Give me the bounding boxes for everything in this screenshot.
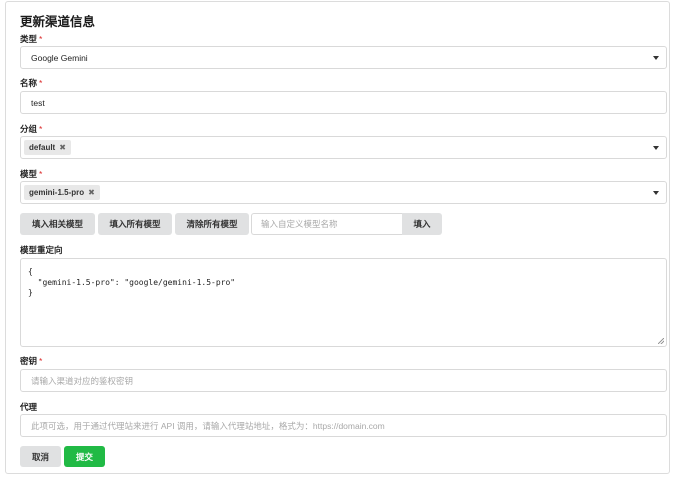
fill-related-models-button[interactable]: 填入相关模型	[20, 213, 95, 235]
group-label: 分组 *	[20, 124, 43, 134]
required-mark: *	[39, 169, 43, 179]
name-value: test	[31, 97, 45, 108]
channel-edit-card: 更新渠道信息 类型 * Google Gemini 名称 * test 分组 * de…	[5, 1, 670, 474]
name-input[interactable]: test	[20, 91, 667, 114]
custom-model-input[interactable]: 输入自定义模型名称	[251, 213, 402, 235]
model-select[interactable]: gemini-1.5-pro ✖	[20, 181, 667, 204]
key-input[interactable]: 请输入渠道对应的鉴权密钥	[20, 369, 667, 392]
required-mark: *	[39, 356, 43, 366]
cancel-button[interactable]: 取消	[20, 446, 61, 467]
resize-handle-icon[interactable]	[658, 338, 664, 344]
caret-down-icon	[653, 146, 659, 150]
model-label: 模型 *	[20, 169, 43, 179]
name-label: 名称 *	[20, 78, 43, 88]
close-icon[interactable]: ✖	[59, 143, 66, 152]
proxy-placeholder: 此项可选，用于通过代理站来进行 API 调用，请输入代理站地址，格式为：http…	[31, 420, 385, 431]
fill-all-models-button[interactable]: 填入所有模型	[98, 213, 172, 235]
model-redirect-label: 模型重定向	[20, 245, 63, 255]
proxy-label: 代理	[20, 402, 38, 412]
caret-down-icon	[653, 56, 659, 60]
model-chip: gemini-1.5-pro ✖	[24, 185, 100, 200]
custom-model-placeholder: 输入自定义模型名称	[261, 219, 338, 229]
required-mark: *	[39, 78, 43, 88]
page-title: 更新渠道信息	[20, 15, 96, 29]
type-label: 类型 *	[20, 34, 43, 44]
clear-all-models-button[interactable]: 清除所有模型	[175, 213, 249, 235]
close-icon[interactable]: ✖	[88, 188, 95, 197]
required-mark: *	[39, 124, 43, 134]
key-label: 密钥 *	[20, 356, 43, 366]
group-chip: default ✖	[24, 140, 71, 155]
type-select[interactable]: Google Gemini	[20, 46, 667, 69]
required-mark: *	[39, 34, 43, 44]
fill-custom-model-button[interactable]: 填入	[402, 213, 442, 235]
caret-down-icon	[653, 191, 659, 195]
submit-button[interactable]: 提交	[64, 446, 105, 467]
key-placeholder: 请输入渠道对应的鉴权密钥	[31, 375, 134, 386]
type-value: Google Gemini	[31, 52, 88, 63]
model-redirect-textarea[interactable]: { "gemini-1.5-pro": "google/gemini-1.5-p…	[20, 258, 667, 347]
model-redirect-value: { "gemini-1.5-pro": "google/gemini-1.5-p…	[28, 267, 236, 297]
group-select[interactable]: default ✖	[20, 136, 667, 159]
proxy-input[interactable]: 此项可选，用于通过代理站来进行 API 调用，请输入代理站地址，格式为：http…	[20, 414, 667, 437]
